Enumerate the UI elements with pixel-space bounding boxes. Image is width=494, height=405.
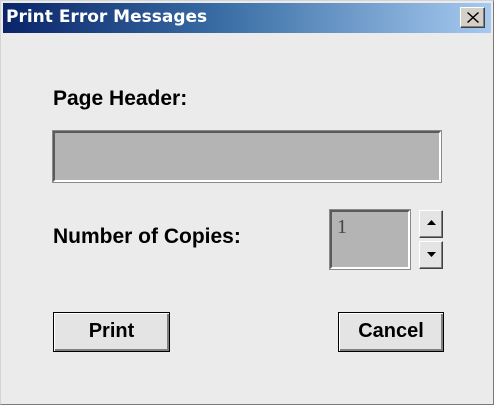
print-button[interactable]: Print bbox=[53, 312, 170, 352]
page-header-label: Page Header: bbox=[53, 87, 188, 110]
close-button[interactable] bbox=[460, 7, 485, 28]
print-error-messages-dialog: Print Error Messages Page Header: Number… bbox=[0, 0, 494, 405]
close-x-icon bbox=[467, 12, 479, 23]
arrow-up-icon bbox=[427, 220, 436, 225]
number-of-copies-input[interactable]: 1 bbox=[329, 209, 411, 270]
page-header-input[interactable] bbox=[52, 130, 442, 183]
title-bar[interactable]: Print Error Messages bbox=[3, 3, 491, 33]
arrow-down-icon bbox=[427, 252, 436, 257]
number-of-copies-label: Number of Copies: bbox=[53, 225, 241, 248]
copies-increment-button[interactable] bbox=[419, 210, 443, 238]
window-title: Print Error Messages bbox=[6, 7, 208, 27]
cancel-button[interactable]: Cancel bbox=[338, 312, 444, 352]
copies-decrement-button[interactable] bbox=[419, 241, 443, 269]
